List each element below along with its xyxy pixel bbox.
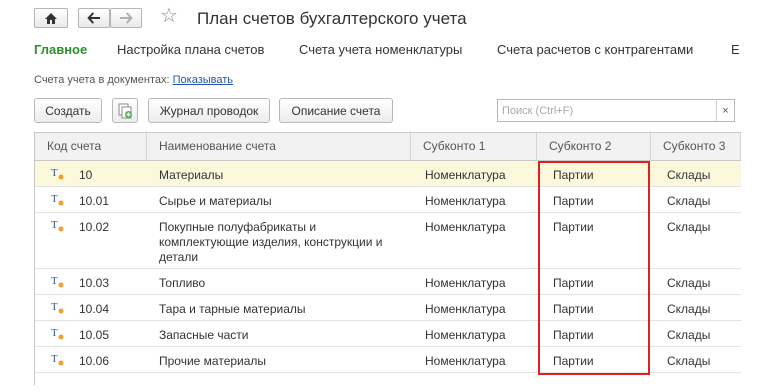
cell-name: Прочие материалы [159, 354, 267, 368]
cell-subconto-3: Склады [667, 168, 711, 182]
subconto-2-highlight [538, 161, 650, 375]
page-title: План счетов бухгалтерского учета [197, 9, 467, 28]
cell-name: Топливо [159, 276, 206, 290]
cell-code: 10.01 [79, 194, 110, 208]
svg-text:T: T [51, 193, 58, 205]
tab-main[interactable]: Главное [34, 42, 87, 57]
forward-button[interactable] [110, 8, 142, 28]
accounts-in-documents-label: Счета учета в документах: [34, 74, 170, 86]
svg-text:T: T [51, 301, 58, 313]
cell-subconto-1: Номенклатура [425, 276, 506, 290]
account-description-button[interactable]: Описание счета [279, 98, 393, 123]
col-code[interactable]: Код счета [35, 133, 147, 160]
cell-code: 10.04 [79, 302, 110, 316]
svg-text:T: T [51, 353, 58, 365]
account-type-icon: T [51, 353, 64, 366]
cell-subconto-1: Номенклатура [425, 354, 506, 368]
tab-item-accounts[interactable]: Счета учета номенклатуры [299, 42, 462, 57]
col-name[interactable]: Наименование счета [147, 133, 411, 160]
col-subconto-2[interactable]: Субконто 2 [537, 133, 651, 160]
copy-button[interactable] [112, 98, 138, 123]
account-type-icon: T [51, 219, 64, 232]
cell-name: Тара и тарные материалы [159, 302, 306, 316]
show-link[interactable]: Показывать [173, 74, 233, 86]
cell-subconto-1: Номенклатура [425, 302, 506, 316]
account-type-icon: T [51, 327, 64, 340]
arrow-right-icon [120, 12, 133, 24]
home-icon [45, 12, 57, 24]
cell-name-line: Покупные полуфабрикаты и [159, 220, 317, 234]
table-header: Код счета Наименование счета Субконто 1 … [35, 133, 741, 161]
cell-subconto-3: Склады [667, 194, 711, 208]
cell-name-line: комплектующие изделия, конструкции и [159, 235, 383, 249]
back-button[interactable] [78, 8, 110, 28]
tab-counterparty-accounts[interactable]: Счета расчетов с контрагентами [497, 42, 693, 57]
cell-subconto-3: Склады [667, 276, 711, 290]
svg-text:T: T [51, 327, 58, 339]
cell-name: Сырье и материалы [159, 194, 272, 208]
cell-subconto-1: Номенклатура [425, 328, 506, 342]
clear-search-button[interactable]: × [716, 100, 734, 121]
copy-add-icon [118, 103, 132, 118]
journal-button[interactable]: Журнал проводок [148, 98, 270, 123]
account-type-icon: T [51, 167, 64, 180]
svg-text:T: T [51, 167, 58, 179]
account-type-icon: T [51, 301, 64, 314]
cell-name-line: детали [159, 250, 199, 264]
col-subconto-3[interactable]: Субконто 3 [651, 133, 741, 160]
search-input[interactable] [498, 100, 716, 121]
home-button[interactable] [34, 8, 68, 28]
tab-chart-settings[interactable]: Настройка плана счетов [117, 42, 264, 57]
cell-name: Покупные полуфабрикаты и комплектующие и… [159, 220, 382, 265]
arrow-left-icon [87, 12, 100, 24]
cell-code: 10.02 [79, 220, 110, 234]
svg-text:T: T [51, 219, 58, 231]
svg-text:T: T [51, 275, 58, 287]
search-box: × [497, 99, 735, 122]
tab-more[interactable]: Е [731, 42, 740, 57]
cell-subconto-1: Номенклатура [425, 168, 506, 182]
cell-code: 10.06 [79, 354, 110, 368]
cell-code: 10 [79, 168, 93, 182]
cell-name: Запасные части [159, 328, 249, 342]
cell-subconto-3: Склады [667, 328, 711, 342]
accounts-in-documents: Счета учета в документах: Показывать [34, 74, 233, 86]
cell-subconto-3: Склады [667, 220, 711, 234]
cell-subconto-3: Склады [667, 302, 711, 316]
cell-code: 10.05 [79, 328, 110, 342]
create-button[interactable]: Создать [34, 98, 102, 123]
cell-subconto-3: Склады [667, 354, 711, 368]
cell-code: 10.03 [79, 276, 110, 290]
account-type-icon: T [51, 193, 64, 206]
cell-subconto-1: Номенклатура [425, 194, 506, 208]
cell-name: Материалы [159, 168, 224, 182]
col-subconto-1[interactable]: Субконто 1 [411, 133, 537, 160]
star-icon[interactable]: ☆ [160, 6, 178, 26]
cell-subconto-1: Номенклатура [425, 220, 506, 234]
account-type-icon: T [51, 275, 64, 288]
